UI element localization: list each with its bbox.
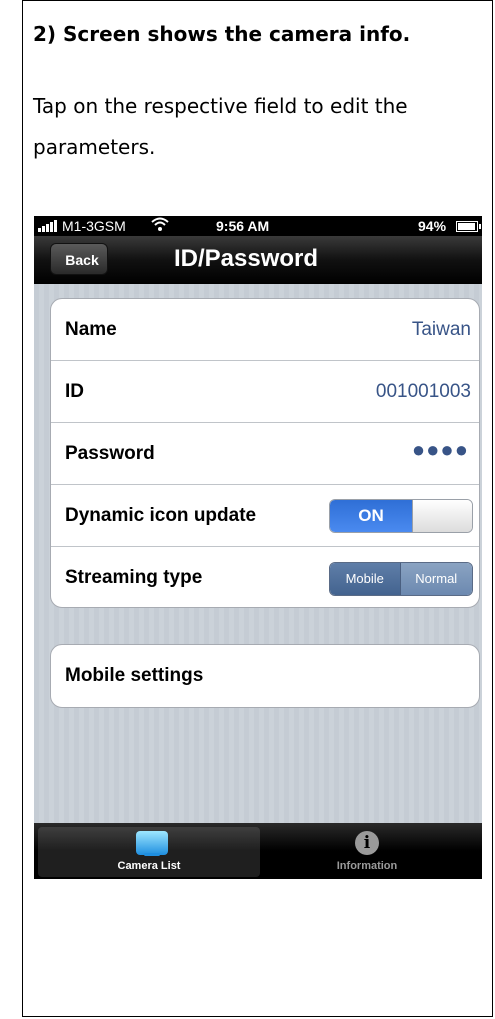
dynamic-icon-label: Dynamic icon update (65, 505, 257, 526)
password-value[interactable]: ●●●● (412, 437, 469, 463)
name-value[interactable]: Taiwan (412, 319, 471, 341)
dynamic-icon-toggle[interactable]: ON (329, 499, 473, 533)
mobile-settings-row[interactable]: Mobile settings (50, 644, 480, 708)
dynamic-icon-row: Dynamic icon update ON (51, 485, 479, 547)
toggle-knob[interactable] (412, 500, 472, 532)
tab-bar: Camera List i Information (34, 823, 482, 879)
battery-percent: 94% (418, 218, 447, 234)
streaming-type-label: Streaming type (65, 567, 203, 588)
id-value[interactable]: 001001003 (376, 381, 471, 403)
info-icon: i (355, 831, 379, 855)
streaming-type-row: Streaming type Mobile Normal (51, 547, 479, 607)
name-row[interactable]: Name Taiwan (51, 299, 479, 361)
id-row[interactable]: ID 001001003 (51, 361, 479, 423)
tab-information[interactable]: i Information (256, 827, 478, 877)
carrier-name: M1-3GSM (62, 218, 126, 234)
id-label: ID (65, 381, 84, 402)
status-bar: M1-3GSM 9:56 AM 94% (34, 216, 482, 236)
password-label: Password (65, 443, 155, 464)
mobile-settings-label: Mobile settings (65, 665, 204, 686)
status-time: 9:56 AM (216, 218, 270, 234)
back-button-label: Back (65, 252, 99, 268)
phone-screenshot: M1-3GSM 9:56 AM 94% Back ID/Password Nam… (34, 216, 482, 879)
signal-icon (38, 219, 60, 235)
navigation-bar: Back ID/Password (34, 236, 482, 284)
camera-list-icon (136, 831, 168, 856)
instruction-text: Tap on the respective field to edit the … (33, 94, 408, 159)
password-row[interactable]: Password ●●●● (51, 423, 479, 485)
segment-mobile[interactable]: Mobile (330, 563, 401, 595)
back-button[interactable]: Back (50, 243, 108, 275)
tab-information-label: Information (336, 860, 398, 872)
camera-settings-group: Name Taiwan ID 001001003 Password ●●●● D… (50, 298, 480, 608)
step-title: 2) Screen shows the camera info. (33, 22, 411, 46)
toggle-on-label: ON (330, 500, 412, 532)
streaming-type-segmented-control[interactable]: Mobile Normal (329, 562, 473, 596)
nav-title: ID/Password (174, 245, 319, 272)
tab-camera-list[interactable]: Camera List (38, 827, 260, 877)
battery-icon (456, 221, 481, 232)
name-label: Name (65, 319, 117, 340)
segment-normal[interactable]: Normal (400, 563, 472, 595)
wifi-icon (150, 216, 170, 236)
tab-camera-list-label: Camera List (117, 860, 181, 872)
